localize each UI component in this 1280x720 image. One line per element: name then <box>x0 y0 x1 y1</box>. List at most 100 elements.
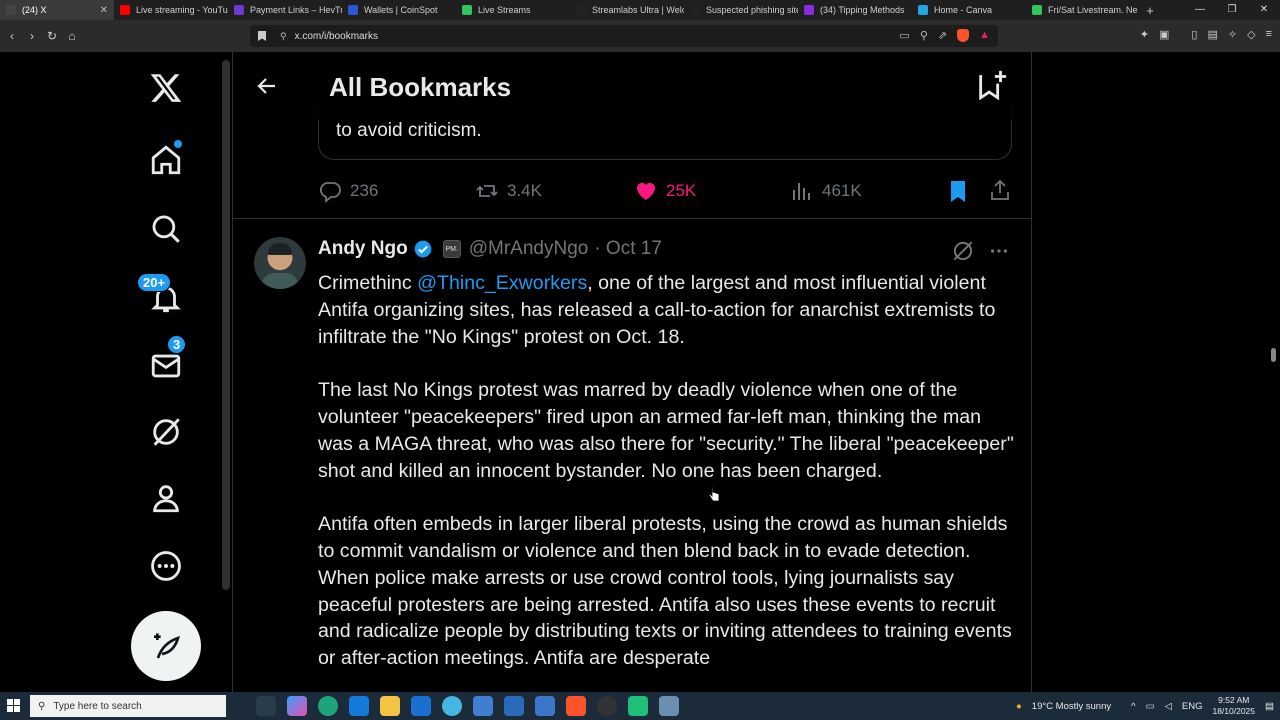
tab-favicon-icon <box>1032 5 1042 15</box>
post-paragraph-3: Antifa often embeds in larger liberal pr… <box>318 513 1012 670</box>
page-title: All Bookmarks <box>329 72 512 102</box>
wallet2-icon[interactable]: ▤ <box>1207 28 1217 41</box>
grok-explain-icon[interactable] <box>950 238 976 264</box>
close-tab-icon[interactable]: ✕ <box>100 5 108 16</box>
browser-tab[interactable]: Live Streams <box>456 0 570 20</box>
network-icon[interactable]: ▭ <box>1146 701 1155 712</box>
vpn-icon[interactable]: ◇ <box>1247 28 1255 41</box>
outlook-icon[interactable] <box>411 696 431 716</box>
sidebar-toggle-icon[interactable]: ▯ <box>1191 28 1197 41</box>
sidebar-scrollbar[interactable] <box>222 60 230 590</box>
more-options-icon[interactable] <box>988 238 1010 264</box>
mention-link[interactable]: @Thinc_Exworkers <box>417 272 587 294</box>
app-icon-7[interactable] <box>442 696 462 716</box>
affiliate-badge[interactable]: PM. <box>442 240 461 258</box>
x-logo-icon[interactable] <box>146 68 186 108</box>
back-nav-icon[interactable]: ‹ <box>2 29 22 43</box>
store-icon[interactable] <box>349 696 369 716</box>
edge-icon[interactable] <box>318 696 338 716</box>
home-unread-dot <box>174 140 182 148</box>
tab-label: (24) X <box>22 5 47 15</box>
avatar[interactable] <box>254 237 306 289</box>
compose-post-button[interactable] <box>131 611 201 681</box>
forward-nav-icon[interactable]: › <box>22 29 42 43</box>
clock[interactable]: 9:52 AM 18/10/2025 <box>1212 695 1255 717</box>
post-date[interactable]: · Oct 17 <box>594 238 662 260</box>
add-bookmark-folder-icon[interactable] <box>975 68 1009 102</box>
browser-tab[interactable]: Home - Canva <box>912 0 1026 20</box>
bookmark-page-icon[interactable] <box>258 31 266 41</box>
tab-favicon-icon <box>120 5 130 15</box>
brave-shields-icon[interactable] <box>957 29 970 42</box>
restore-icon[interactable]: ❐ <box>1216 0 1248 20</box>
tab-label: Live streaming - YouTube <box>136 5 228 15</box>
browser-tab[interactable]: Wallets | CoinSpot <box>342 0 456 20</box>
copilot-icon[interactable] <box>287 696 307 716</box>
brave-rewards-icon[interactable]: ▲ <box>979 29 990 42</box>
share-post-icon[interactable] <box>988 178 1012 202</box>
taskbar-search[interactable]: ⚲ Type here to search <box>30 695 226 717</box>
browser-tab[interactable]: Fri/Sat Livestream. Ne <box>1026 0 1140 20</box>
browser-tab[interactable]: Payment Links – HevTr <box>228 0 342 20</box>
home-nav-item[interactable] <box>146 140 186 180</box>
like-button[interactable]: 25K <box>634 179 696 203</box>
notification-center-icon[interactable]: ▤ <box>1265 701 1274 712</box>
x-sidebar: 20+ 3 <box>0 52 220 692</box>
menu-icon[interactable]: ≡ <box>1266 28 1272 41</box>
weather-icon[interactable]: ● <box>1016 701 1022 712</box>
tab-favicon-icon <box>576 5 586 15</box>
browser-tab[interactable]: Live streaming - YouTube <box>114 0 228 20</box>
explore-nav-item[interactable] <box>146 209 186 249</box>
close-window-icon[interactable]: ✕ <box>1248 0 1280 20</box>
browser-tab[interactable]: Streamlabs Ultra | Welc <box>570 0 684 20</box>
reload-icon[interactable]: ↻ <box>42 29 62 43</box>
extensions-icon[interactable]: ✦ <box>1140 28 1149 41</box>
zoom-icon[interactable]: ⚲ <box>920 29 928 42</box>
app-icon-13[interactable] <box>628 696 648 716</box>
tab-favicon-icon <box>918 5 928 15</box>
browser-tab[interactable]: Suspected phishing site <box>684 0 798 20</box>
messages-nav-item[interactable]: 3 <box>146 335 187 386</box>
site-info-icon[interactable]: ⚲ <box>280 31 287 42</box>
author-handle[interactable]: @MrAndyNgo <box>469 238 589 260</box>
cast-icon[interactable]: ▭ <box>899 29 909 42</box>
app-icon-14[interactable] <box>659 696 679 716</box>
task-view-icon[interactable] <box>256 696 276 716</box>
address-bar[interactable]: ⚲ x.com/i/bookmarks ▭ ⚲ ⇗ ▲ <box>250 25 998 47</box>
bookmark-filled-icon[interactable] <box>946 178 970 204</box>
browser-tab[interactable]: (34) Tipping Methods <box>798 0 912 20</box>
app-icon-12[interactable] <box>597 696 617 716</box>
new-tab-button[interactable]: + <box>1140 3 1160 18</box>
app-icon-8[interactable] <box>473 696 493 716</box>
file-explorer-icon[interactable] <box>380 696 400 716</box>
share-icon[interactable]: ⇗ <box>938 29 947 42</box>
app-icon-9[interactable] <box>504 696 524 716</box>
page-scrollbar-thumb[interactable] <box>1271 348 1276 362</box>
weather-text[interactable]: 19°C Mostly sunny <box>1032 701 1111 712</box>
notifications-nav-item[interactable]: 20+ <box>137 273 186 318</box>
profile-nav-item[interactable] <box>146 478 186 518</box>
browser-tab[interactable]: (24) X ✕ <box>0 0 114 20</box>
mouse-cursor-icon <box>708 486 720 502</box>
wallet-icon[interactable]: ▣ <box>1159 28 1169 41</box>
browser-tab-bar: (24) X ✕ Live streaming - YouTube Payment L… <box>0 0 1280 20</box>
author-name[interactable]: Andy Ngo <box>318 238 408 260</box>
tray-chevron-icon[interactable]: ^ <box>1131 701 1135 712</box>
brave-taskbar-icon[interactable] <box>566 696 586 716</box>
repost-button[interactable]: 3.4K <box>475 179 542 203</box>
more-circle-icon <box>151 551 181 581</box>
views-button[interactable]: 461K <box>790 179 862 203</box>
minimize-icon[interactable]: — <box>1184 0 1216 20</box>
url-text[interactable]: x.com/i/bookmarks <box>295 31 378 42</box>
app-icon-10[interactable] <box>535 696 555 716</box>
verified-badge-icon[interactable] <box>413 239 433 259</box>
start-button[interactable] <box>0 699 28 713</box>
more-nav-item[interactable] <box>146 546 186 586</box>
reply-button[interactable]: 236 <box>318 179 378 203</box>
home-icon[interactable]: ⌂ <box>62 29 82 43</box>
back-arrow-icon[interactable] <box>255 74 279 98</box>
language-indicator[interactable]: ENG <box>1182 701 1203 712</box>
volume-icon[interactable]: ◁ <box>1165 701 1172 712</box>
leo-icon[interactable]: ✧ <box>1228 28 1237 41</box>
grok-nav-item[interactable] <box>146 412 186 452</box>
